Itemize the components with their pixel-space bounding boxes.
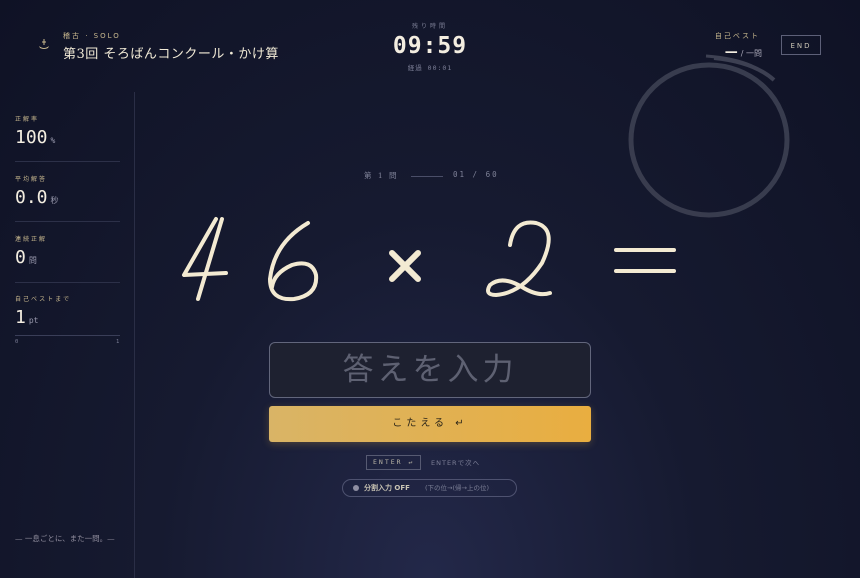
question-number: 第 1 問 <box>364 171 399 180</box>
answer-input[interactable] <box>269 342 591 398</box>
avg-time-unit: 秒 <box>50 196 59 205</box>
equals-sign <box>614 248 676 273</box>
divider <box>15 282 120 283</box>
digit-2 <box>486 220 552 297</box>
avg-time-label: 平均解答 <box>15 176 48 183</box>
streak-value: 0 <box>15 247 26 268</box>
to-best-stat: 1 pt <box>15 307 38 328</box>
accuracy-label: 正解率 <box>15 116 40 123</box>
divider <box>15 161 120 162</box>
streak-stat: 0問 <box>15 247 37 268</box>
split-input-toggle[interactable]: 分割入力 OFF (下の位→(帰→上の位) <box>342 479 517 497</box>
timer-label: 残り時間 <box>411 23 448 30</box>
submit-button[interactable]: こたえる ↵ <box>269 406 591 442</box>
toggle-dot-icon <box>353 485 359 491</box>
digit-4 <box>182 217 228 301</box>
to-best-unit: pt <box>28 316 39 325</box>
split-input-label: 分割入力 OFF <box>364 484 410 492</box>
personal-best-label: 自己ベスト <box>714 32 760 40</box>
question-count: 01 / 60 <box>453 170 499 179</box>
accuracy-stat: 100% <box>15 127 55 148</box>
accuracy-value: 100 <box>15 127 48 148</box>
problem-display <box>182 217 676 302</box>
accuracy-unit: % <box>50 136 56 145</box>
times-sign <box>389 250 421 282</box>
divider <box>411 176 443 177</box>
enter-key-badge: ENTER ↵ <box>366 455 422 470</box>
to-best-value: 1 <box>15 307 26 328</box>
chalk-circle-decoration <box>628 54 790 218</box>
to-best-label: 自己ベストまで <box>15 296 72 303</box>
progress-min: 0 <box>15 339 19 345</box>
best-progress-bar <box>15 335 120 336</box>
enter-hint: ENTERで次へ <box>431 459 481 467</box>
streak-unit: 問 <box>28 256 37 265</box>
divider <box>15 221 120 222</box>
avg-time-stat: 0.0 秒 <box>15 187 59 208</box>
progress-max: 1 <box>116 339 120 345</box>
streak-label: 連続正解 <box>15 236 48 243</box>
avg-time-value: 0.0 <box>15 187 48 208</box>
split-input-hint: (下の位→(帰→上の位) <box>425 484 490 492</box>
digit-6 <box>268 221 319 302</box>
footnote: — 一息ごとに、また一問。— <box>15 534 115 543</box>
